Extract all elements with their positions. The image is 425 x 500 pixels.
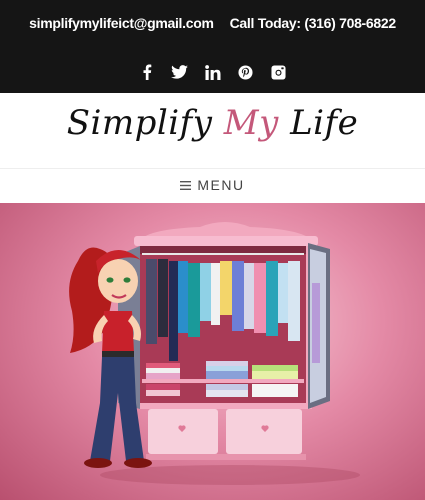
site-logo[interactable]: Simplify My Life <box>0 103 425 143</box>
menu-label: MENU <box>197 177 245 193</box>
facebook-icon[interactable] <box>137 63 156 82</box>
logo-accent: My <box>223 103 279 143</box>
twitter-icon[interactable] <box>170 63 189 82</box>
social-links <box>0 62 425 82</box>
logo-part-1: Simplify <box>66 103 224 143</box>
pinterest-icon[interactable] <box>236 63 255 82</box>
menu-button[interactable]: MENU <box>180 177 244 193</box>
contact-row: simplifymylifeict@gmail.com Call Today: … <box>0 13 425 33</box>
hero-illustration <box>69 222 360 485</box>
hamburger-icon <box>180 177 192 193</box>
contact-phone[interactable]: Call Today: (316) 708-6822 <box>230 15 397 31</box>
hero-banner <box>0 203 425 500</box>
top-bar: simplifymylifeict@gmail.com Call Today: … <box>0 0 425 93</box>
linkedin-icon[interactable] <box>203 63 222 82</box>
contact-email[interactable]: simplifymylifeict@gmail.com <box>29 15 214 31</box>
menu-bar: MENU <box>0 168 425 201</box>
logo-part-2: Life <box>278 103 359 143</box>
instagram-icon[interactable] <box>269 63 288 82</box>
